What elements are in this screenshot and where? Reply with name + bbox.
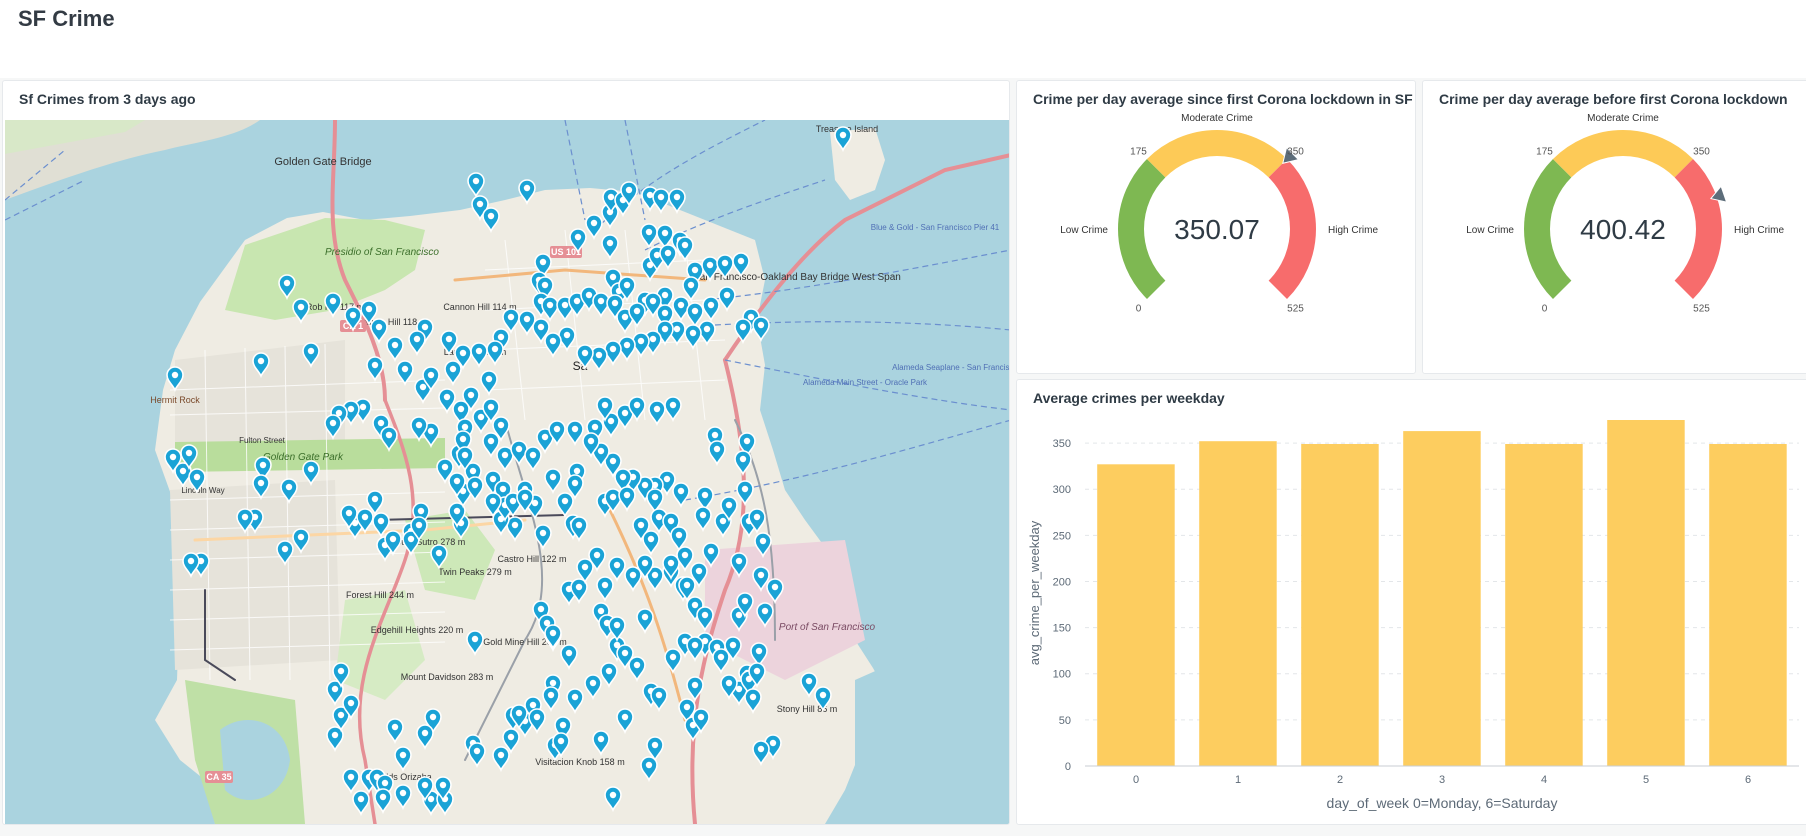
- map-chart-card[interactable]: Sf Crimes from 3 days ago Golden Gate Br…: [2, 80, 1010, 825]
- map-label-presidio: Presidio of San Francisco: [325, 247, 439, 258]
- gauge-tick-350: 350: [1287, 147, 1304, 158]
- chart-bar-6[interactable]: [1709, 444, 1787, 766]
- map-label-pier41: Blue & Gold - San Francisco Pier 41: [871, 223, 1000, 232]
- map-chart-title: Sf Crimes from 3 days ago: [19, 91, 196, 107]
- gauge-before-lockdown-card[interactable]: Crime per day average before first Coron…: [1422, 80, 1806, 374]
- gauge-band-low: [1118, 159, 1166, 299]
- gauge-tick-175: 175: [1536, 147, 1553, 158]
- map-label-twin-peaks: Twin Peaks 279 m: [438, 567, 512, 577]
- chart-bar-3[interactable]: [1403, 431, 1481, 766]
- gauge-label-low: Low Crime: [1060, 225, 1108, 236]
- chart-y-tick-label: 350: [1053, 438, 1071, 450]
- chart-x-tick-label: 2: [1337, 774, 1343, 786]
- chart-bar-4[interactable]: [1505, 444, 1583, 766]
- map-label-forest-hill: Forest Hill 244 m: [346, 590, 414, 600]
- map-label-alameda-main: Alameda Main Street - Oracle Park: [803, 378, 928, 387]
- map-label-lincoln-way: Lincoln Way: [181, 486, 224, 495]
- chart-y-axis-label: avg_crime_per_weekday: [1027, 520, 1042, 665]
- gauge-label-mid: Moderate Crime: [1587, 113, 1659, 124]
- map-label-port-sf: Port of San Francisco: [779, 622, 876, 633]
- map-canvas[interactable]: Golden Gate Bridge Treasure Island San F…: [4, 118, 1010, 824]
- map-label-castro-hill: Castro Hill 122 m: [497, 554, 566, 564]
- map-label-mount-davidson: Mount Davidson 283 m: [401, 672, 494, 682]
- gauge-before-lockdown: 0 175 350 525 Low Crime Moderate Crime H…: [1466, 113, 1784, 315]
- gauge-value: 400.42: [1580, 214, 1666, 245]
- chart-y-tick-label: 100: [1053, 669, 1071, 681]
- chart-y-tick-label: 0: [1065, 761, 1071, 773]
- chart-y-tick-label: 300: [1053, 484, 1071, 496]
- gauge-label-low: Low Crime: [1466, 225, 1514, 236]
- dashboard-title: SF Crime: [18, 6, 115, 31]
- weekday-bar-chart-card[interactable]: Average crimes per weekday 0 50 100 150 200 2…: [1016, 379, 1806, 825]
- chart-y-tick-label: 200: [1053, 576, 1071, 588]
- chart-bar-1[interactable]: [1199, 441, 1277, 766]
- gauge-tick-0: 0: [1542, 304, 1548, 315]
- chart-bar-0[interactable]: [1097, 464, 1175, 766]
- gauge-label-high: High Crime: [1734, 225, 1784, 236]
- map-label-golden-gate-park: Golden Gate Park: [263, 452, 344, 463]
- gauge-band-mid: [1147, 130, 1287, 178]
- chart-x-tick-label: 6: [1745, 774, 1751, 786]
- chart-x-tick-label: 3: [1439, 774, 1445, 786]
- chart-x-tick-label: 0: [1133, 774, 1139, 786]
- map-label-hermit-rock: Hermit Rock: [150, 395, 200, 405]
- chart-bar-2[interactable]: [1301, 444, 1379, 766]
- map-label-stony-hill: Stony Hill 86 m: [777, 704, 838, 714]
- gauge-tick-0: 0: [1136, 304, 1142, 315]
- chart-bars: [1097, 420, 1787, 766]
- gauge-band-low: [1524, 159, 1572, 299]
- gauge-tick-525: 525: [1693, 304, 1710, 315]
- chart-y-tick-label: 50: [1059, 715, 1071, 727]
- map-label-edgehill: Edgehill Heights 220 m: [371, 625, 464, 635]
- crime-map[interactable]: Golden Gate Bridge Treasure Island San F…: [4, 118, 1010, 824]
- chart-bar-5[interactable]: [1607, 420, 1685, 766]
- gauge-since-lockdown: 0 175 350 525 Low Crime Moderate Crime H…: [1060, 113, 1378, 315]
- chart-y-tick-label: 150: [1053, 623, 1071, 635]
- gauge-tick-525: 525: [1287, 304, 1304, 315]
- gauge-band-high: [1674, 159, 1722, 299]
- gauge-band-mid: [1553, 130, 1693, 178]
- map-label-alameda-seaplane: Alameda Seaplane - San Francisco: [892, 363, 1010, 372]
- gauge-label-mid: Moderate Crime: [1181, 113, 1253, 124]
- chart-x-ticks: 0 1 2 3 4 5 6: [1133, 774, 1751, 786]
- chart-x-tick-label: 1: [1235, 774, 1241, 786]
- gauge-label-high: High Crime: [1328, 225, 1378, 236]
- gauge-since-lockdown-card[interactable]: Crime per day average since first Corona…: [1016, 80, 1416, 374]
- weekday-bar-chart: 0 50 100 150 200 250 300 350 0 1 2 3 4 5 6 day_of_wee…: [1027, 420, 1799, 811]
- gauge-tick-175: 175: [1130, 147, 1147, 158]
- map-label-ca35: CA 35: [206, 772, 231, 782]
- chart-x-tick-label: 4: [1541, 774, 1547, 786]
- map-label-golden-gate-bridge: Golden Gate Bridge: [274, 156, 371, 168]
- gauge-band-high: [1268, 159, 1316, 299]
- chart-y-ticks: 0 50 100 150 200 250 300 350: [1053, 438, 1071, 773]
- chart-y-tick-label: 250: [1053, 530, 1071, 542]
- gauge-value: 350.07: [1174, 214, 1260, 245]
- dashboard-header: SF Crime: [0, 0, 1806, 78]
- gauge-tick-350: 350: [1693, 147, 1710, 158]
- chart-x-axis-label: day_of_week 0=Monday, 6=Saturday: [1327, 795, 1558, 811]
- map-label-visitacion: Visitacion Knob 158 m: [535, 757, 624, 767]
- map-label-fulton-street: Fulton Street: [239, 436, 286, 445]
- chart-x-tick-label: 5: [1643, 774, 1649, 786]
